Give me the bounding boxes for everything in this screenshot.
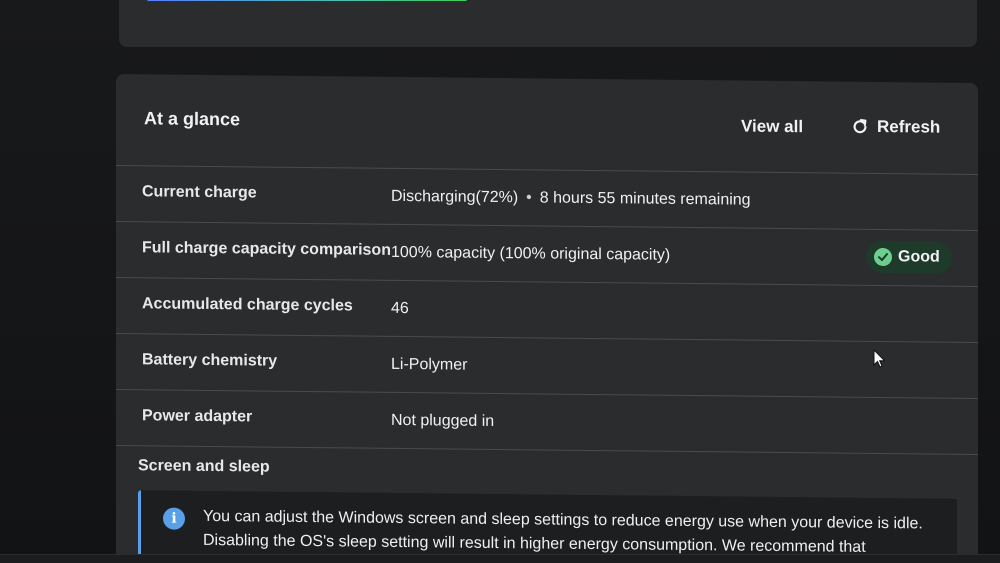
info-text: You can adjust the Windows screen and sl… <box>203 507 923 556</box>
check-circle-icon <box>874 247 892 267</box>
row-label: Current charge <box>142 183 257 202</box>
row-label: Accumulated charge cycles <box>142 295 353 315</box>
row-value: Discharging(72%) • 8 hours 55 minutes rema… <box>391 188 751 210</box>
row-label: Battery chemistry <box>142 351 278 370</box>
at-a-glance-card: At a glance View all Refresh Current cha… <box>116 74 978 563</box>
info-icon: i <box>163 507 185 530</box>
row-charge-cycles: Accumulated charge cycles 46 <box>116 278 978 344</box>
row-battery-chemistry: Battery chemistry Li-Polymer <box>116 334 978 400</box>
time-remaining: 8 hours 55 minutes remaining <box>539 189 751 209</box>
badge-label: Good <box>898 248 940 266</box>
section-title-screen-sleep: Screen and sleep <box>138 457 270 476</box>
battery-overview-card <box>119 0 977 47</box>
view-all-link[interactable]: View all <box>741 117 803 138</box>
taskbar <box>0 554 1000 563</box>
row-value: Li-Polymer <box>391 355 468 374</box>
refresh-icon <box>853 118 867 134</box>
row-full-charge-capacity: Full charge capacity comparison 100% cap… <box>116 222 978 288</box>
row-value: 100% capacity (100% original capacity) <box>391 243 671 264</box>
row-value: 46 <box>391 299 409 318</box>
row-value: Not plugged in <box>391 411 495 430</box>
charge-level-bar <box>147 0 467 1</box>
card-title: At a glance <box>144 108 241 130</box>
row-power-adapter: Power adapter Not plugged in <box>116 390 978 456</box>
mouse-pointer-icon <box>873 349 886 368</box>
row-current-charge: Current charge Discharging(72%) • 8 hours … <box>116 166 978 232</box>
info-bar: i You can adjust the Windows screen and … <box>138 490 957 563</box>
refresh-button[interactable]: Refresh <box>851 117 940 138</box>
row-label: Full charge capacity comparison <box>142 239 391 259</box>
row-label: Power adapter <box>142 407 253 426</box>
separator-dot: • <box>526 189 532 207</box>
refresh-label: Refresh <box>877 116 941 137</box>
card-header: At a glance View all Refresh <box>116 74 978 176</box>
screen: At a glance View all Refresh Current cha… <box>0 0 1000 563</box>
status-badge: Good <box>866 240 952 274</box>
charge-status: Discharging(72%) <box>391 187 519 207</box>
